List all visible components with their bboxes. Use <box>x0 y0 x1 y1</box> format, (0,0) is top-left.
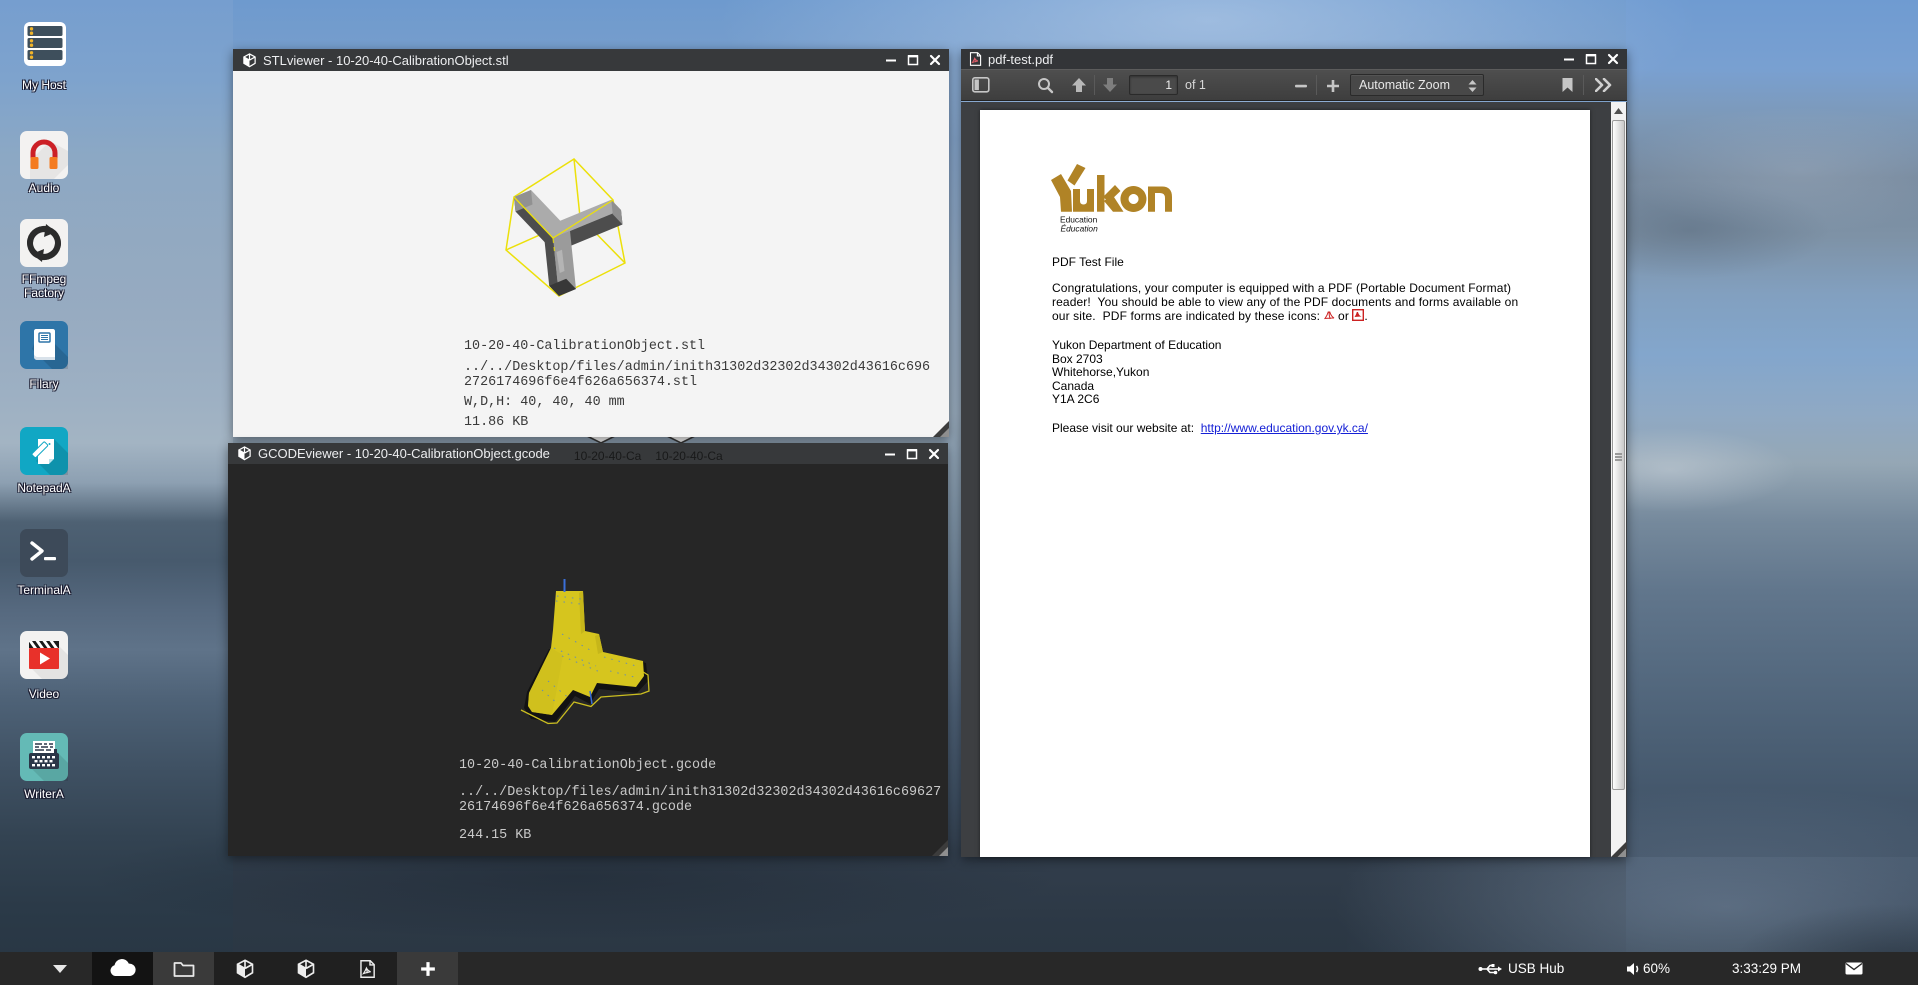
svg-text:Éducation: Éducation <box>1061 224 1099 234</box>
